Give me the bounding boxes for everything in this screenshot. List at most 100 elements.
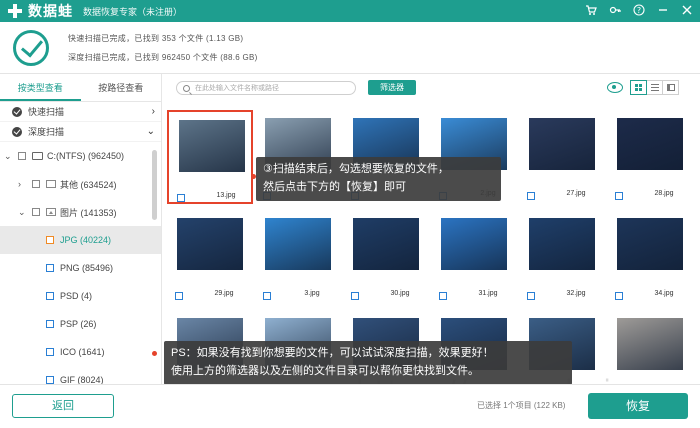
- file-name: 34.jpg: [654, 290, 674, 297]
- file-thumbnail[interactable]: [441, 218, 507, 270]
- scan-status-panel: 快速扫描已完成，已找到 353 个文件 (1.13 GB) 深度扫描已完成，已找…: [0, 22, 700, 74]
- file-tile[interactable]: 34.jpg: [607, 210, 693, 304]
- eye-icon[interactable]: [607, 82, 623, 93]
- file-tile[interactable]: 27.jpg: [519, 110, 605, 204]
- file-name: 13.jpg: [216, 192, 236, 199]
- tab-by-type[interactable]: 按类型查看: [0, 74, 81, 101]
- file-name: 3.jpg: [304, 290, 320, 297]
- app-name: 数据蛙: [28, 3, 73, 19]
- view-tabs: 按类型查看 按路径查看: [0, 74, 161, 102]
- file-tile[interactable]: 30.jpg: [343, 210, 429, 304]
- chevron-down-icon: ⌄: [4, 150, 12, 161]
- sidebar-scrollbar[interactable]: [152, 150, 157, 220]
- tree-item-label: ICO (1641): [60, 347, 105, 357]
- tree-checkbox[interactable]: [46, 376, 54, 384]
- quick-scan-item[interactable]: 快速扫描 ›: [0, 102, 161, 122]
- tree-item-images[interactable]: ⌄ 图片 (141353): [0, 198, 161, 226]
- file-tile[interactable]: 29.jpg: [167, 210, 253, 304]
- file-thumbnail[interactable]: [353, 218, 419, 270]
- tree-item-ico[interactable]: ICO (1641): [0, 338, 161, 366]
- tree-item-psp[interactable]: PSP (26): [0, 310, 161, 338]
- tree-item-other[interactable]: › 其他 (634524): [0, 170, 161, 198]
- file-name: 30.jpg: [390, 290, 410, 297]
- file-tile[interactable]: [607, 310, 693, 384]
- tree-item-drive-c[interactable]: ⌄ C:(NTFS) (962450): [0, 142, 161, 170]
- key-icon[interactable]: [608, 3, 622, 17]
- bottom-bar: 返回 已选择 1个项目 (122 KB) 恢复: [0, 384, 700, 428]
- file-checkbox[interactable]: [527, 292, 535, 300]
- file-thumbnail[interactable]: [617, 318, 683, 370]
- view-mode-switcher: [630, 80, 679, 95]
- tree-checkbox[interactable]: [46, 320, 54, 328]
- file-thumbnail[interactable]: [617, 218, 683, 270]
- tooltip-line: 然后点击下方的【恢复】即可: [263, 181, 406, 193]
- tree-item-gif[interactable]: GIF (8024): [0, 366, 161, 384]
- search-input[interactable]: 在此处输入文件名称或路径: [176, 81, 356, 95]
- tooltip-line: PS：如果没有找到你想要的文件，可以试试深度扫描，效果更好！: [171, 347, 494, 359]
- minimize-icon[interactable]: [656, 3, 670, 17]
- tree-checkbox[interactable]: [46, 348, 54, 356]
- chevron-right-icon: ›: [18, 179, 21, 189]
- file-thumbnail[interactable]: [179, 120, 245, 172]
- file-checkbox[interactable]: [439, 292, 447, 300]
- tree-checkbox[interactable]: [46, 236, 54, 244]
- list-view-button[interactable]: [646, 80, 663, 95]
- grid-icon: [635, 84, 642, 91]
- tooltip-line: 使用上方的筛选器以及左侧的文件目录可以帮你更快找到文件。: [171, 365, 479, 377]
- help-icon[interactable]: ?: [632, 3, 646, 17]
- filter-button[interactable]: 筛选器: [368, 80, 416, 95]
- file-tile[interactable]: 3.jpg: [255, 210, 341, 304]
- file-thumbnail[interactable]: [265, 218, 331, 270]
- file-name: 28.jpg: [654, 190, 674, 197]
- recover-button[interactable]: 恢复: [588, 393, 688, 419]
- checked-circle-icon: [12, 126, 22, 137]
- quick-scan-label: 快速扫描: [28, 107, 65, 117]
- tree-item-jpg[interactable]: JPG (40224): [0, 226, 161, 254]
- list-icon: [650, 84, 659, 91]
- file-tile[interactable]: 32.jpg: [519, 210, 605, 304]
- file-checkbox[interactable]: [175, 292, 183, 300]
- back-button[interactable]: 返回: [12, 394, 114, 418]
- file-thumbnail[interactable]: [529, 218, 595, 270]
- file-tile[interactable]: 13.jpg: [167, 110, 253, 204]
- tooltip-pointer-dot: [251, 174, 256, 179]
- file-name: 27.jpg: [566, 190, 586, 197]
- tree-item-psd[interactable]: PSD (4): [0, 282, 161, 310]
- detail-view-button[interactable]: [662, 80, 679, 95]
- tree-checkbox[interactable]: [18, 152, 26, 160]
- check-circle-icon: [13, 30, 49, 66]
- file-name: 31.jpg: [478, 290, 498, 297]
- tab-by-path[interactable]: 按路径查看: [81, 74, 162, 101]
- tree-item-label: 图片 (141353): [60, 207, 117, 218]
- file-tile[interactable]: 28.jpg: [607, 110, 693, 204]
- deep-scan-item[interactable]: 深度扫描 ⌄: [0, 122, 161, 142]
- tree-checkbox[interactable]: [46, 292, 54, 300]
- tree-checkbox[interactable]: [32, 180, 40, 188]
- file-checkbox[interactable]: [263, 292, 271, 300]
- title-bar: 数据蛙 数据恢复专家（未注册） ?: [0, 0, 700, 22]
- file-name: 29.jpg: [214, 290, 234, 297]
- sidebar: 按类型查看 按路径查看 快速扫描 › 深度扫描 ⌄ ⌄ C:(NTFS) (96…: [0, 74, 162, 384]
- deep-scan-label: 深度扫描: [28, 127, 65, 137]
- tree-checkbox[interactable]: [46, 264, 54, 272]
- selection-summary: 已选择 1个项目 (122 KB): [477, 401, 566, 410]
- cart-icon[interactable]: [584, 3, 598, 17]
- file-checkbox[interactable]: [615, 292, 623, 300]
- file-checkbox[interactable]: [351, 292, 359, 300]
- file-tile[interactable]: 31.jpg: [431, 210, 517, 304]
- close-icon[interactable]: [680, 3, 694, 17]
- tree-item-label: PNG (85496): [60, 263, 114, 273]
- file-checkbox[interactable]: [177, 194, 185, 202]
- file-checkbox[interactable]: [615, 192, 623, 200]
- file-thumbnail[interactable]: [177, 218, 243, 270]
- tree-item-png[interactable]: PNG (85496): [0, 254, 161, 282]
- chevron-down-icon: ⌄: [18, 206, 26, 217]
- detail-icon: [666, 84, 675, 91]
- tooltip-line: ③扫描结束后，勾选想要恢复的文件，: [263, 163, 449, 175]
- file-checkbox[interactable]: [527, 192, 535, 200]
- file-thumbnail[interactable]: [617, 118, 683, 170]
- file-thumbnail[interactable]: [529, 118, 595, 170]
- tree-checkbox[interactable]: [32, 208, 40, 216]
- grid-view-button[interactable]: [630, 80, 647, 95]
- chevron-down-icon: ⌄: [146, 126, 155, 137]
